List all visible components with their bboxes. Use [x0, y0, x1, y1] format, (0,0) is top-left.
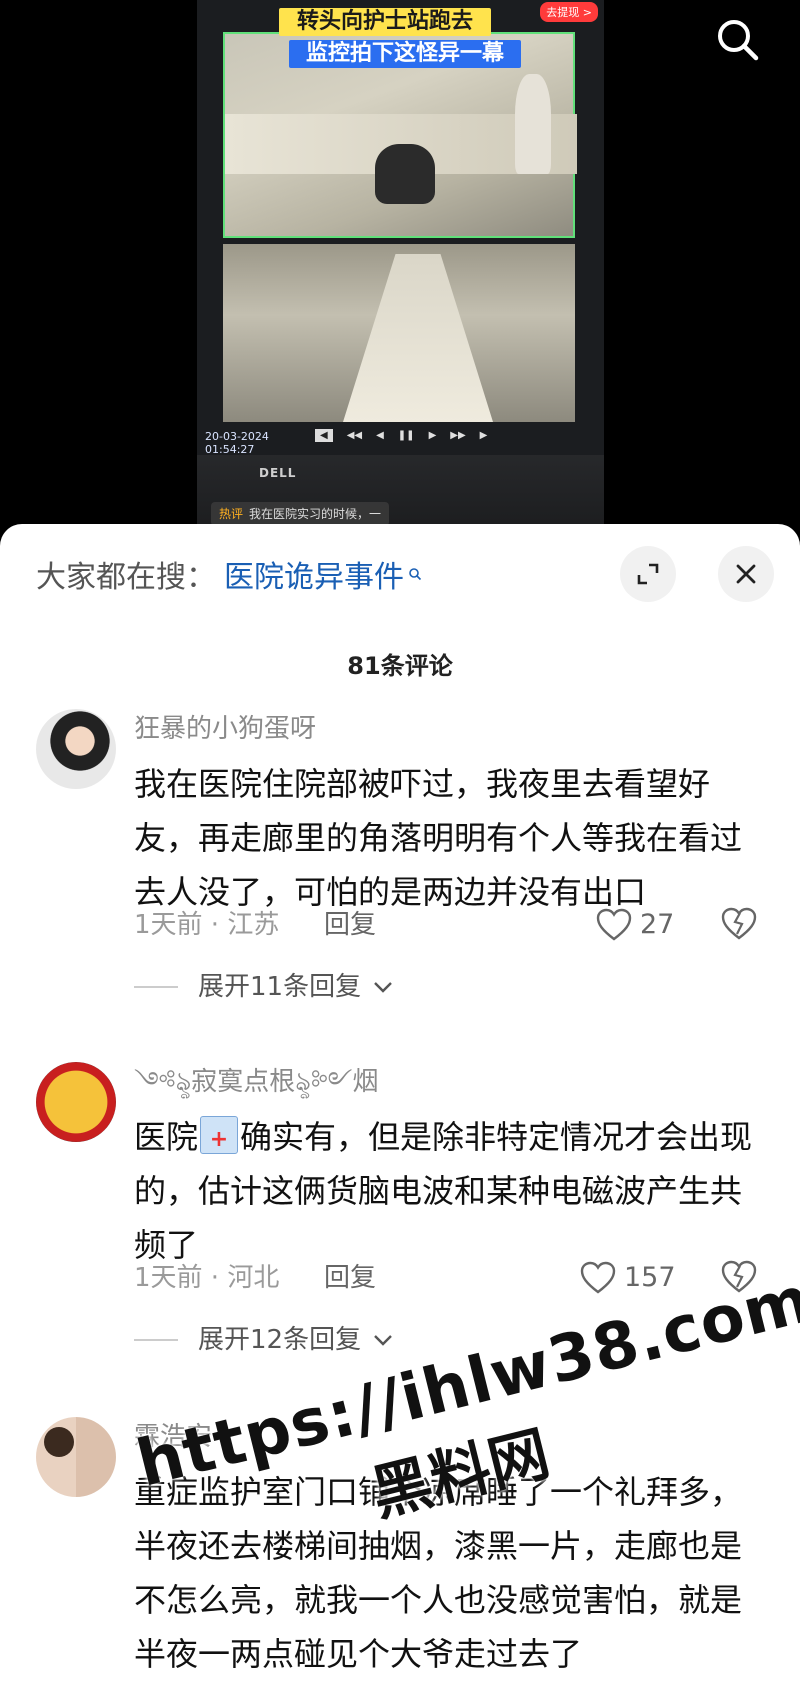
- monitor-brand: DELL: [259, 466, 297, 480]
- rewind-icon: ◀◀: [346, 429, 363, 441]
- avatar[interactable]: [36, 1062, 116, 1142]
- trending-search-row[interactable]: 大家都在搜： 医院诡异事件: [36, 552, 422, 596]
- search-icon: [718, 20, 759, 61]
- comment-meta: 1天前 · 河北: [134, 1263, 280, 1293]
- divider-line: [134, 1339, 178, 1341]
- pause-icon: ❚❚: [397, 429, 415, 441]
- expand-replies-button[interactable]: 展开11条回复: [134, 969, 393, 1005]
- heart-icon: [580, 1261, 616, 1294]
- hot-label: 热评: [219, 507, 244, 521]
- play-icon: ▶: [428, 429, 437, 441]
- expand-icon: [637, 563, 659, 585]
- step-back-icon: ◀: [376, 429, 384, 441]
- fast-forward-icon: ▶▶: [450, 429, 466, 441]
- chevron-down-icon: [374, 982, 392, 993]
- trending-search-query[interactable]: 医院诡异事件: [224, 552, 404, 596]
- hospital-emoji-icon: [200, 1113, 239, 1167]
- video-caption-line1: 转头向护士站跑去: [279, 8, 491, 36]
- cctv-timestamp: 20-03-2024 01:54:27: [205, 430, 269, 456]
- search-icon: [409, 568, 422, 581]
- rewind-start-icon: ◀: [315, 428, 333, 442]
- comment-count: 81条评论: [347, 652, 453, 680]
- expand-sheet-button[interactable]: [620, 546, 676, 602]
- expand-replies-label: 展开11条回复: [198, 972, 362, 1002]
- cctv-date: 20-03-2024: [205, 430, 269, 443]
- dislike-button[interactable]: [720, 1260, 760, 1296]
- hot-comment-text: 我在医院实习的时候，一: [249, 507, 382, 521]
- skip-end-icon: ▶: [479, 429, 488, 441]
- video-player[interactable]: 20-03-2024 01:54:27 ◀ ◀◀ ◀ ❚❚ ▶ ▶▶ ▶ DEL…: [0, 0, 800, 530]
- expand-replies-button[interactable]: 展开12条回复: [134, 1322, 393, 1358]
- video-frame[interactable]: 20-03-2024 01:54:27 ◀ ◀◀ ◀ ❚❚ ▶ ▶▶ ▶ DEL…: [197, 0, 604, 530]
- expand-replies-label: 展开12条回复: [198, 1325, 362, 1355]
- heart-icon: [596, 908, 632, 941]
- hallway: [343, 254, 493, 422]
- cctv-playback-controls: ◀ ◀◀ ◀ ❚❚ ▶ ▶▶ ▶: [315, 424, 487, 446]
- broken-heart-icon: [721, 907, 757, 940]
- search-button[interactable]: [712, 14, 764, 66]
- divider-line: [134, 986, 178, 988]
- cctv-time: 01:54:27: [205, 443, 255, 456]
- chevron-down-icon: [374, 1335, 392, 1346]
- like-button[interactable]: 157: [580, 1260, 676, 1296]
- comment-username[interactable]: 霖浩安: [134, 1417, 212, 1457]
- avatar[interactable]: [36, 709, 116, 789]
- comment-username[interactable]: ༺ৡ寂寞点根ৡ༻烟: [134, 1062, 379, 1102]
- cashout-pill[interactable]: 去提现 >: [540, 2, 598, 22]
- comment-meta: 1天前 · 江苏: [134, 910, 280, 940]
- like-button[interactable]: 27: [596, 907, 674, 943]
- comment-item: 霖浩安 重症监护室门口铺个凉席睡了一个礼拜多，半夜还去楼梯间抽烟，漆黑一片，走廊…: [0, 1417, 800, 1687]
- standing-nurse: [515, 74, 551, 174]
- avatar[interactable]: [36, 1417, 116, 1497]
- comment-text: 重症监护室门口铺个凉席睡了一个礼拜多，半夜还去楼梯间抽烟，漆黑一片，走廊也是不怎…: [134, 1473, 743, 1673]
- comments-sheet: 大家都在搜： 医院诡异事件 81条评论 狂暴的小狗蛋呀 我在医院住院部被吓过，我…: [0, 524, 800, 1687]
- comment-text: 医院确实有，但是除非特定情况才会出现的，估计这俩货脑电波和某种电磁波产生共频了: [134, 1110, 754, 1272]
- close-sheet-button[interactable]: [718, 546, 774, 602]
- dislike-button[interactable]: [720, 907, 760, 943]
- person-on-floor: [375, 144, 435, 204]
- comment-text: 我在医院住院部被吓过，我夜里去看望好友，再走廊里的角落明明有个人等我在看过去人没…: [134, 765, 743, 911]
- reply-button[interactable]: 回复: [324, 1260, 376, 1296]
- camera-view-2: [223, 244, 575, 422]
- reply-button[interactable]: 回复: [324, 907, 376, 943]
- like-count: 157: [624, 1262, 676, 1293]
- comment-username[interactable]: 狂暴的小狗蛋呀: [134, 709, 316, 749]
- surveillance-monitor: 20-03-2024 01:54:27 ◀ ◀◀ ◀ ❚❚ ▶ ▶▶ ▶: [197, 0, 604, 456]
- comment-text-part: 医院: [134, 1118, 199, 1156]
- comment-item: 狂暴的小狗蛋呀 我在医院住院部被吓过，我夜里去看望好友，再走廊里的角落明明有个人…: [0, 709, 800, 1009]
- video-caption-line2: 监控拍下这怪异一幕: [289, 40, 521, 68]
- trending-search-prefix: 大家都在搜：: [36, 560, 216, 595]
- comment-item: ༺ৡ寂寞点根ৡ༻烟 医院确实有，但是除非特定情况才会出现的，估计这俩货脑电波和某…: [0, 1062, 800, 1362]
- close-icon: [736, 564, 756, 584]
- hot-comment-ticker[interactable]: 热评 我在医院实习的时候，一: [211, 502, 390, 526]
- broken-heart-icon: [721, 1260, 757, 1293]
- like-count: 27: [640, 909, 675, 940]
